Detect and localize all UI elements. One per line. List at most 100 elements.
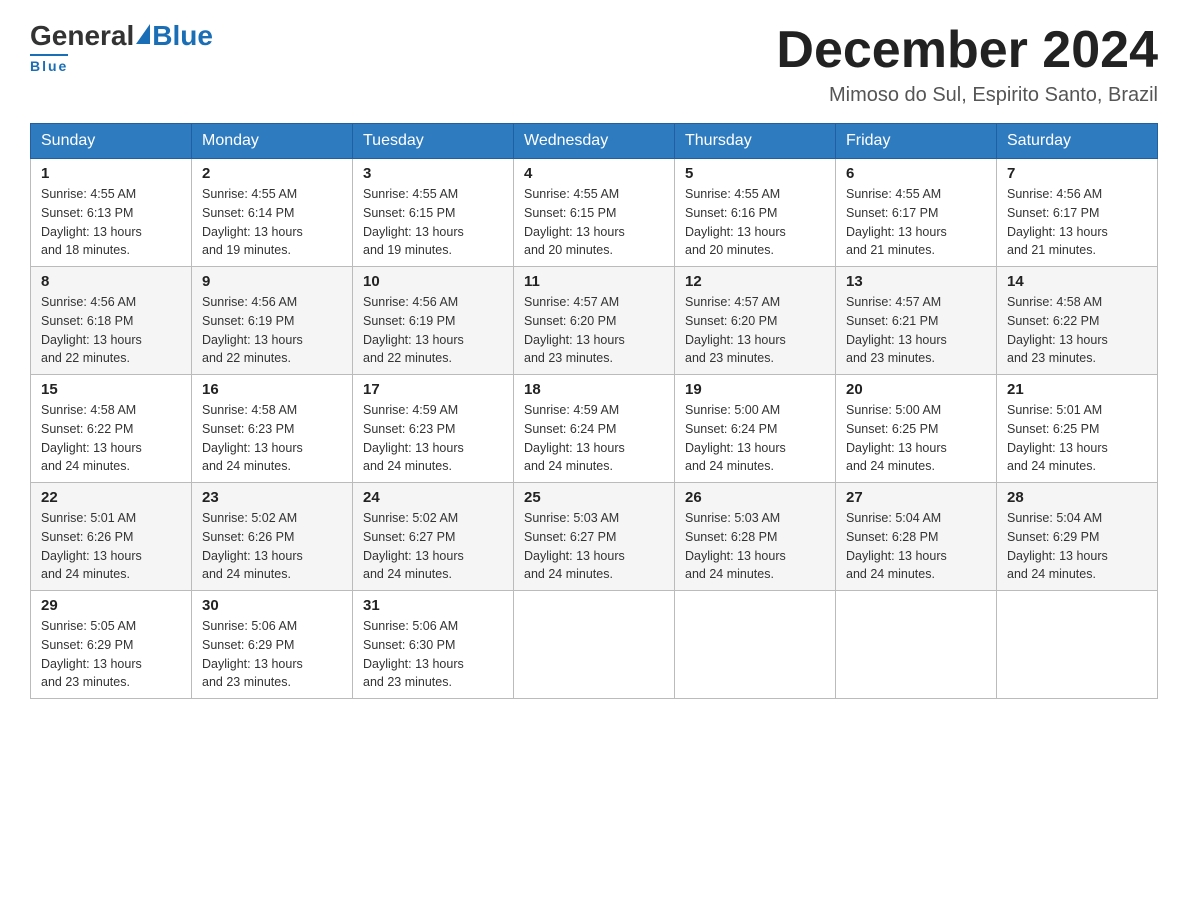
day-number: 22 (41, 489, 181, 506)
day-number: 6 (846, 165, 986, 182)
day-info: Sunrise: 4:59 AMSunset: 6:23 PMDaylight:… (363, 403, 464, 473)
header-sunday: Sunday (31, 124, 192, 159)
day-number: 23 (202, 489, 342, 506)
calendar-cell: 8 Sunrise: 4:56 AMSunset: 6:18 PMDayligh… (31, 267, 192, 375)
day-number: 3 (363, 165, 503, 182)
week-row-2: 8 Sunrise: 4:56 AMSunset: 6:18 PMDayligh… (31, 267, 1158, 375)
calendar-cell: 26 Sunrise: 5:03 AMSunset: 6:28 PMDaylig… (675, 483, 836, 591)
header-friday: Friday (836, 124, 997, 159)
day-number: 21 (1007, 381, 1147, 398)
subtitle: Mimoso do Sul, Espirito Santo, Brazil (776, 84, 1158, 107)
day-number: 29 (41, 597, 181, 614)
calendar-cell: 22 Sunrise: 5:01 AMSunset: 6:26 PMDaylig… (31, 483, 192, 591)
day-info: Sunrise: 4:58 AMSunset: 6:23 PMDaylight:… (202, 403, 303, 473)
day-number: 4 (524, 165, 664, 182)
logo-underline: Blue (30, 54, 68, 74)
calendar-cell (514, 591, 675, 699)
day-info: Sunrise: 5:02 AMSunset: 6:26 PMDaylight:… (202, 511, 303, 581)
day-info: Sunrise: 5:05 AMSunset: 6:29 PMDaylight:… (41, 619, 142, 689)
header-monday: Monday (192, 124, 353, 159)
day-info: Sunrise: 4:57 AMSunset: 6:21 PMDaylight:… (846, 295, 947, 365)
day-number: 13 (846, 273, 986, 290)
calendar-cell: 3 Sunrise: 4:55 AMSunset: 6:15 PMDayligh… (353, 159, 514, 267)
day-info: Sunrise: 5:06 AMSunset: 6:29 PMDaylight:… (202, 619, 303, 689)
day-info: Sunrise: 5:04 AMSunset: 6:28 PMDaylight:… (846, 511, 947, 581)
day-number: 30 (202, 597, 342, 614)
day-number: 8 (41, 273, 181, 290)
day-number: 12 (685, 273, 825, 290)
calendar-cell: 24 Sunrise: 5:02 AMSunset: 6:27 PMDaylig… (353, 483, 514, 591)
calendar-cell: 16 Sunrise: 4:58 AMSunset: 6:23 PMDaylig… (192, 375, 353, 483)
week-row-1: 1 Sunrise: 4:55 AMSunset: 6:13 PMDayligh… (31, 159, 1158, 267)
title-area: December 2024 Mimoso do Sul, Espirito Sa… (776, 20, 1158, 107)
header-saturday: Saturday (997, 124, 1158, 159)
day-number: 9 (202, 273, 342, 290)
day-info: Sunrise: 4:57 AMSunset: 6:20 PMDaylight:… (524, 295, 625, 365)
day-number: 27 (846, 489, 986, 506)
day-number: 25 (524, 489, 664, 506)
calendar-cell: 19 Sunrise: 5:00 AMSunset: 6:24 PMDaylig… (675, 375, 836, 483)
day-number: 26 (685, 489, 825, 506)
day-number: 2 (202, 165, 342, 182)
day-number: 11 (524, 273, 664, 290)
day-info: Sunrise: 4:58 AMSunset: 6:22 PMDaylight:… (1007, 295, 1108, 365)
calendar-cell: 9 Sunrise: 4:56 AMSunset: 6:19 PMDayligh… (192, 267, 353, 375)
day-info: Sunrise: 4:59 AMSunset: 6:24 PMDaylight:… (524, 403, 625, 473)
calendar-cell: 13 Sunrise: 4:57 AMSunset: 6:21 PMDaylig… (836, 267, 997, 375)
day-info: Sunrise: 4:55 AMSunset: 6:15 PMDaylight:… (524, 187, 625, 257)
calendar-cell: 14 Sunrise: 4:58 AMSunset: 6:22 PMDaylig… (997, 267, 1158, 375)
calendar-cell: 2 Sunrise: 4:55 AMSunset: 6:14 PMDayligh… (192, 159, 353, 267)
calendar-cell: 15 Sunrise: 4:58 AMSunset: 6:22 PMDaylig… (31, 375, 192, 483)
calendar-cell: 31 Sunrise: 5:06 AMSunset: 6:30 PMDaylig… (353, 591, 514, 699)
calendar-cell: 21 Sunrise: 5:01 AMSunset: 6:25 PMDaylig… (997, 375, 1158, 483)
day-info: Sunrise: 5:02 AMSunset: 6:27 PMDaylight:… (363, 511, 464, 581)
calendar-cell: 30 Sunrise: 5:06 AMSunset: 6:29 PMDaylig… (192, 591, 353, 699)
day-number: 16 (202, 381, 342, 398)
day-number: 19 (685, 381, 825, 398)
logo-general-text: General (30, 20, 134, 52)
day-number: 20 (846, 381, 986, 398)
week-row-4: 22 Sunrise: 5:01 AMSunset: 6:26 PMDaylig… (31, 483, 1158, 591)
day-info: Sunrise: 4:55 AMSunset: 6:13 PMDaylight:… (41, 187, 142, 257)
calendar-cell: 18 Sunrise: 4:59 AMSunset: 6:24 PMDaylig… (514, 375, 675, 483)
day-number: 14 (1007, 273, 1147, 290)
day-number: 18 (524, 381, 664, 398)
calendar-cell: 6 Sunrise: 4:55 AMSunset: 6:17 PMDayligh… (836, 159, 997, 267)
day-number: 17 (363, 381, 503, 398)
main-title: December 2024 (776, 20, 1158, 80)
calendar-cell: 12 Sunrise: 4:57 AMSunset: 6:20 PMDaylig… (675, 267, 836, 375)
calendar-cell: 10 Sunrise: 4:56 AMSunset: 6:19 PMDaylig… (353, 267, 514, 375)
calendar-cell: 28 Sunrise: 5:04 AMSunset: 6:29 PMDaylig… (997, 483, 1158, 591)
logo-blue-text: Blue (152, 20, 213, 52)
calendar-cell: 27 Sunrise: 5:04 AMSunset: 6:28 PMDaylig… (836, 483, 997, 591)
day-info: Sunrise: 4:55 AMSunset: 6:17 PMDaylight:… (846, 187, 947, 257)
header-thursday: Thursday (675, 124, 836, 159)
day-info: Sunrise: 5:00 AMSunset: 6:24 PMDaylight:… (685, 403, 786, 473)
day-number: 1 (41, 165, 181, 182)
header-row: Sunday Monday Tuesday Wednesday Thursday… (31, 124, 1158, 159)
calendar-cell: 23 Sunrise: 5:02 AMSunset: 6:26 PMDaylig… (192, 483, 353, 591)
day-info: Sunrise: 4:58 AMSunset: 6:22 PMDaylight:… (41, 403, 142, 473)
calendar-cell: 20 Sunrise: 5:00 AMSunset: 6:25 PMDaylig… (836, 375, 997, 483)
calendar-cell: 11 Sunrise: 4:57 AMSunset: 6:20 PMDaylig… (514, 267, 675, 375)
day-number: 31 (363, 597, 503, 614)
logo: General Blue Blue (30, 20, 213, 74)
calendar-cell: 4 Sunrise: 4:55 AMSunset: 6:15 PMDayligh… (514, 159, 675, 267)
calendar-table: Sunday Monday Tuesday Wednesday Thursday… (30, 123, 1158, 699)
day-number: 24 (363, 489, 503, 506)
calendar-cell (997, 591, 1158, 699)
day-info: Sunrise: 4:56 AMSunset: 6:19 PMDaylight:… (202, 295, 303, 365)
day-info: Sunrise: 4:55 AMSunset: 6:15 PMDaylight:… (363, 187, 464, 257)
day-number: 5 (685, 165, 825, 182)
day-info: Sunrise: 4:57 AMSunset: 6:20 PMDaylight:… (685, 295, 786, 365)
day-info: Sunrise: 4:56 AMSunset: 6:18 PMDaylight:… (41, 295, 142, 365)
day-info: Sunrise: 5:00 AMSunset: 6:25 PMDaylight:… (846, 403, 947, 473)
day-number: 28 (1007, 489, 1147, 506)
day-info: Sunrise: 5:03 AMSunset: 6:28 PMDaylight:… (685, 511, 786, 581)
calendar-cell: 7 Sunrise: 4:56 AMSunset: 6:17 PMDayligh… (997, 159, 1158, 267)
logo-text: General Blue (30, 20, 213, 52)
day-info: Sunrise: 5:03 AMSunset: 6:27 PMDaylight:… (524, 511, 625, 581)
day-info: Sunrise: 4:55 AMSunset: 6:16 PMDaylight:… (685, 187, 786, 257)
day-info: Sunrise: 4:56 AMSunset: 6:17 PMDaylight:… (1007, 187, 1108, 257)
day-info: Sunrise: 5:01 AMSunset: 6:25 PMDaylight:… (1007, 403, 1108, 473)
